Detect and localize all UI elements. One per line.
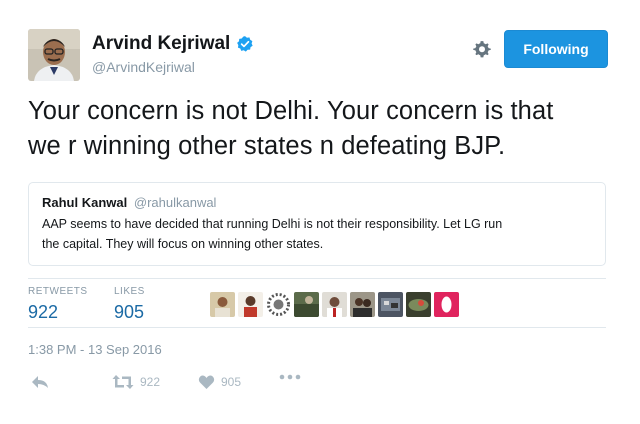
- following-button[interactable]: Following: [504, 30, 608, 68]
- verified-badge-icon: [237, 36, 253, 52]
- author-name-text[interactable]: Arvind Kejriwal: [92, 33, 230, 55]
- tweet-text-line-2: we r winning other states n defeating BJ…: [28, 132, 506, 160]
- quoted-tweet-header: Rahul Kanwal @rahulkanwal: [42, 195, 593, 210]
- likes-label: LIKES: [114, 286, 145, 297]
- quoted-tweet[interactable]: Rahul Kanwal @rahulkanwal AAP seems to h…: [28, 182, 606, 266]
- stats-divider-bottom: [28, 327, 606, 328]
- quoted-text-line-1: AAP seems to have decided that running D…: [42, 217, 503, 231]
- liker-avatar[interactable]: [350, 292, 375, 317]
- tweet-card: Arvind Kejriwal @ArvindKejriwal Followin…: [0, 0, 640, 424]
- retweet-button[interactable]: 922: [112, 374, 160, 390]
- gear-icon[interactable]: [472, 39, 492, 59]
- liker-avatar[interactable]: [322, 292, 347, 317]
- liker-avatar[interactable]: [266, 292, 291, 317]
- reply-button[interactable]: [30, 374, 50, 390]
- likes-stat[interactable]: LIKES 905: [114, 286, 145, 323]
- liker-avatar[interactable]: [378, 292, 403, 317]
- tweet-text-line-1: Your concern is not Delhi. Your concern …: [28, 97, 554, 125]
- liker-avatar[interactable]: [434, 292, 459, 317]
- liker-avatars: [210, 292, 459, 317]
- quoted-tweet-text: AAP seems to have decided that running D…: [42, 214, 602, 254]
- tweet-text: Your concern is not Delhi. Your concern …: [28, 94, 618, 164]
- like-count: 905: [221, 375, 242, 389]
- likes-value[interactable]: 905: [114, 302, 145, 323]
- retweet-count: 922: [140, 375, 161, 389]
- retweets-value[interactable]: 922: [28, 302, 88, 323]
- more-dots-icon: [279, 374, 301, 380]
- author-avatar[interactable]: [28, 29, 80, 81]
- stats-divider-top: [28, 278, 606, 279]
- retweet-icon: [112, 375, 134, 389]
- liker-avatar[interactable]: [406, 292, 431, 317]
- liker-avatar[interactable]: [210, 292, 235, 317]
- retweets-stat[interactable]: RETWEETS 922: [28, 286, 88, 323]
- author-handle[interactable]: @ArvindKejriwal: [92, 59, 195, 75]
- author-name[interactable]: Arvind Kejriwal: [92, 33, 254, 55]
- tweet-timestamp[interactable]: 1:38 PM - 13 Sep 2016: [28, 342, 162, 357]
- reply-icon: [32, 376, 48, 388]
- quoted-author-handle: @rahulkanwal: [133, 195, 217, 210]
- retweets-label: RETWEETS: [28, 286, 88, 297]
- quoted-text-line-2: the capital. They will focus on winning …: [42, 237, 324, 251]
- quoted-author-name: Rahul Kanwal: [42, 195, 128, 210]
- more-button[interactable]: [279, 374, 301, 380]
- liker-avatar[interactable]: [294, 292, 319, 317]
- heart-icon: [198, 375, 215, 389]
- liker-avatar[interactable]: [238, 292, 263, 317]
- like-button[interactable]: 905: [198, 374, 241, 390]
